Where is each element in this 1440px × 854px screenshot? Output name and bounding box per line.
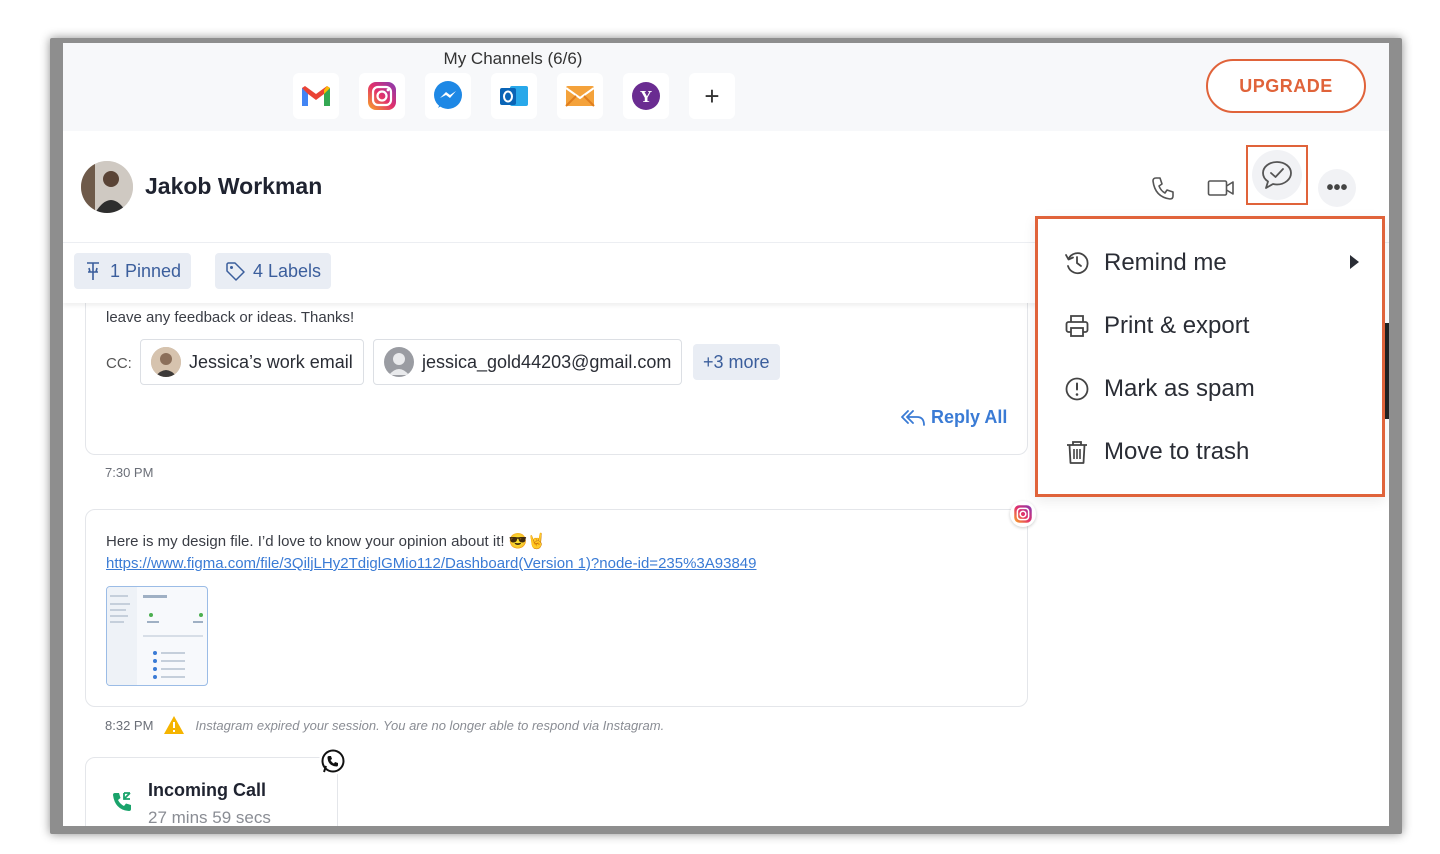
tag-icon xyxy=(226,262,245,281)
printer-icon xyxy=(1064,313,1090,339)
attachment-thumbnail[interactable] xyxy=(106,586,208,686)
add-icon: + xyxy=(704,81,720,111)
cc-more-button[interactable]: +3 more xyxy=(693,344,780,380)
menu-item-label: Move to trash xyxy=(1104,438,1250,465)
reply-all-label: Reply All xyxy=(931,407,1008,427)
menu-item-label: Remind me xyxy=(1104,249,1227,276)
more-options-menu: Remind me Print & export Mark as spam Mo… xyxy=(1035,216,1385,497)
avatar xyxy=(384,347,414,377)
caret-right-icon xyxy=(1350,255,1359,269)
warning-icon xyxy=(164,716,185,734)
instagram-icon[interactable] xyxy=(359,73,405,119)
add-channel-button[interactable]: + xyxy=(689,73,735,119)
message-timestamp: 7:30 PM xyxy=(105,465,154,480)
yahoo-icon[interactable]: Y xyxy=(623,73,669,119)
avatar[interactable] xyxy=(81,161,133,213)
menu-item-print-export[interactable]: Print & export xyxy=(1064,306,1249,346)
cc-recipient-chip[interactable]: Jessica’s work email xyxy=(140,339,364,385)
tag-bar: 1 Pinned 4 Labels xyxy=(63,243,1063,303)
app-window-frame: My Channels (6/6) Y + UPGRADE Jakob Work… xyxy=(50,38,1402,834)
menu-item-remind-me[interactable]: Remind me xyxy=(1064,243,1359,283)
incoming-call-icon xyxy=(110,790,134,819)
whatsapp-icon xyxy=(319,747,347,775)
history-icon xyxy=(1064,250,1090,276)
cc-label: CC: xyxy=(106,355,132,372)
menu-item-label: Print & export xyxy=(1104,312,1250,339)
trash-icon xyxy=(1064,439,1090,465)
mark-resolved-button[interactable] xyxy=(1246,145,1308,205)
reply-all-icon xyxy=(901,409,925,426)
upgrade-button[interactable]: UPGRADE xyxy=(1206,59,1366,113)
svg-text:Y: Y xyxy=(640,87,652,106)
alert-circle-icon xyxy=(1064,376,1090,402)
more-options-button[interactable]: ••• xyxy=(1318,169,1356,207)
menu-item-move-to-trash[interactable]: Move to trash xyxy=(1064,432,1249,472)
call-card[interactable]: Incoming Call 27 mins 59 secs xyxy=(85,757,338,826)
instagram-message-card: Here is my design file. I’d love to know… xyxy=(85,509,1028,707)
instagram-icon xyxy=(1010,501,1036,527)
phone-icon[interactable] xyxy=(1146,171,1180,205)
message-status-row: 8:32 PM Instagram expired your session. … xyxy=(105,715,664,735)
cc-recipient-label: jessica_gold44203@gmail.com xyxy=(422,351,672,372)
contact-name: Jakob Workman xyxy=(145,173,323,199)
avatar xyxy=(151,347,181,377)
message-timestamp: 8:32 PM xyxy=(105,717,154,733)
email-icon[interactable] xyxy=(557,73,603,119)
session-expired-warning: Instagram expired your session. You are … xyxy=(195,717,665,733)
message-body: leave any feedback or ideas. Thanks! xyxy=(106,309,355,326)
video-icon[interactable] xyxy=(1204,171,1238,205)
labels-chip[interactable]: 4 Labels xyxy=(215,253,332,289)
call-title: Incoming Call xyxy=(148,780,267,800)
pinned-label: 1 Pinned xyxy=(110,260,182,281)
reply-all-button[interactable]: Reply All xyxy=(901,407,1007,428)
figma-link[interactable]: https://www.figma.com/file/3QiljLHy2Tdig… xyxy=(106,555,757,572)
labels-label: 4 Labels xyxy=(253,260,322,281)
pinned-chip[interactable]: 1 Pinned xyxy=(74,253,192,289)
menu-item-label: Mark as spam xyxy=(1104,375,1255,402)
messenger-icon[interactable] xyxy=(425,73,471,119)
outlook-icon[interactable] xyxy=(491,73,537,119)
channel-list: Y + xyxy=(293,73,735,119)
gmail-icon[interactable] xyxy=(293,73,339,119)
menu-item-mark-as-spam[interactable]: Mark as spam xyxy=(1064,369,1255,409)
cc-recipient-label: Jessica’s work email xyxy=(189,351,353,372)
channels-bar: My Channels (6/6) Y + UPGRADE xyxy=(63,43,1389,131)
call-duration: 27 mins 59 secs xyxy=(148,808,271,826)
chat-check-icon xyxy=(1252,150,1302,200)
app-window: My Channels (6/6) Y + UPGRADE Jakob Work… xyxy=(63,43,1389,826)
channels-title: My Channels (6/6) xyxy=(443,49,583,68)
cc-recipient-chip[interactable]: jessica_gold44203@gmail.com xyxy=(373,339,683,385)
pin-icon xyxy=(87,262,99,280)
message-body: Here is my design file. I’d love to know… xyxy=(106,533,547,550)
